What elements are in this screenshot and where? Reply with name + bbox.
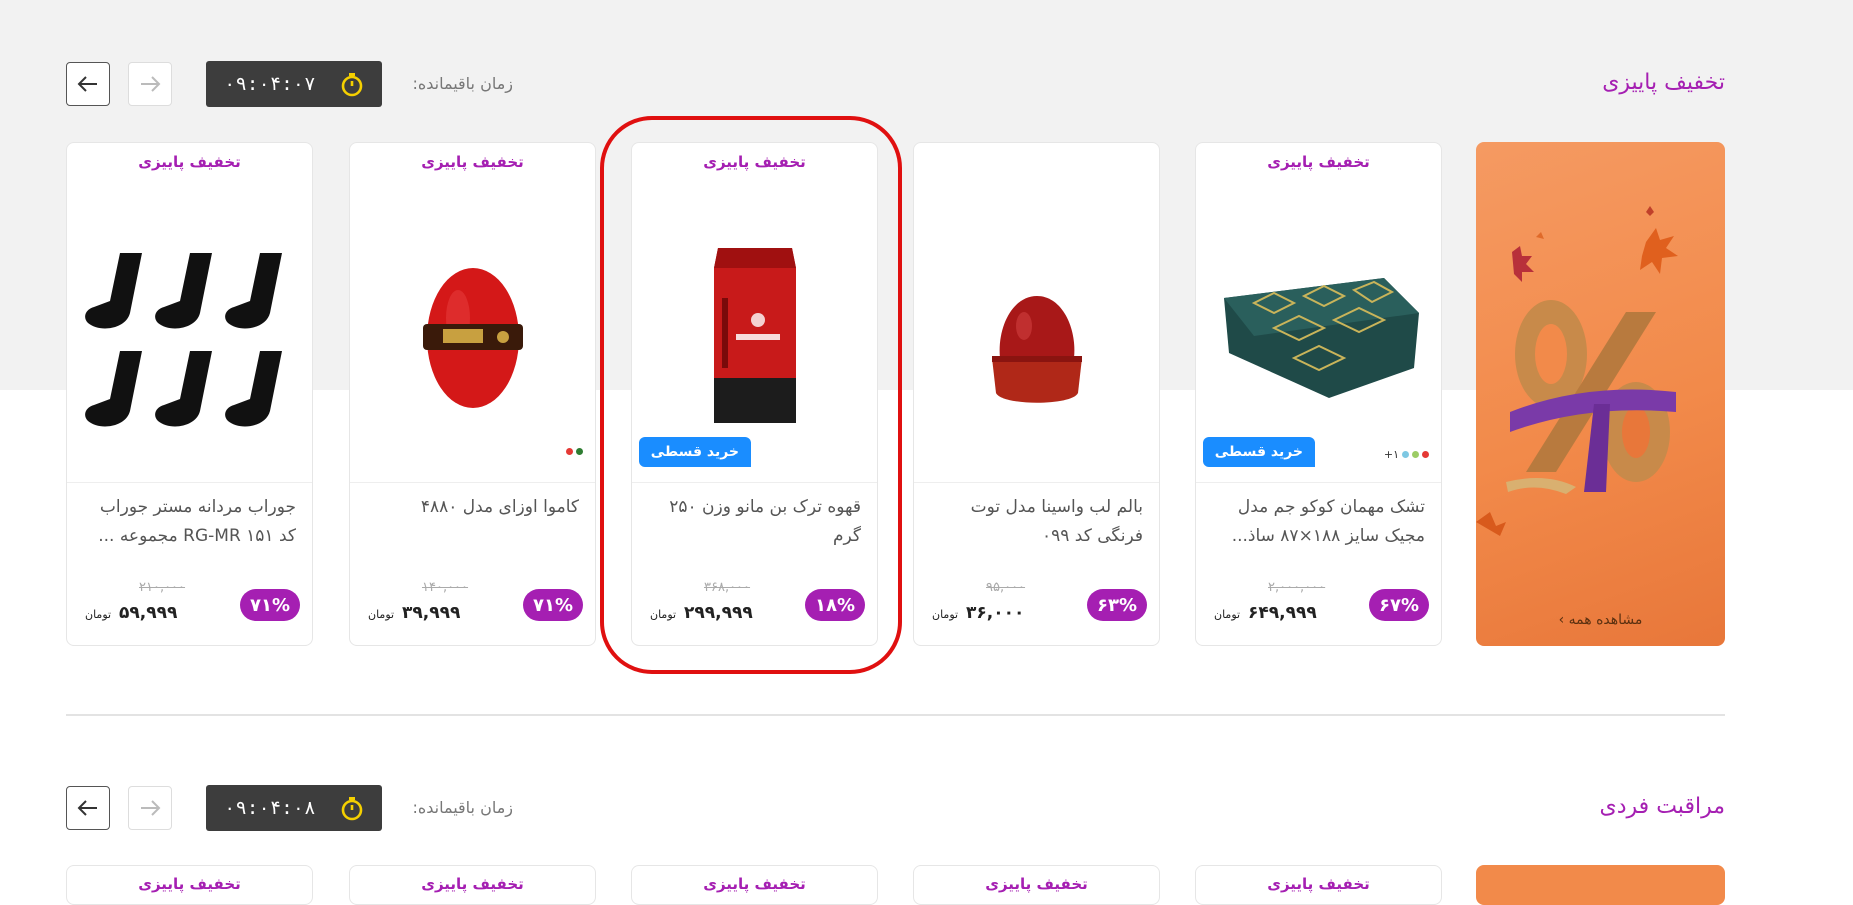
color-dot xyxy=(576,448,583,455)
product-name: جوراب مردانه مستر جوراب کد RG-MR ۱۵۱ مجم… xyxy=(98,497,296,546)
product-badge: تخفیف پاییزی xyxy=(138,153,241,171)
product-image xyxy=(924,233,1149,473)
yarn-ball-illustration xyxy=(422,268,523,408)
currency: تومان xyxy=(85,608,112,621)
product-card[interactable]: تخفیف پاییزی جوراب مردانه مستر جوراب کد … xyxy=(66,142,313,646)
divider xyxy=(67,482,312,483)
discount-badge: ۶۷% xyxy=(1369,589,1429,621)
stopwatch-icon xyxy=(338,794,366,822)
new-price: ۵۹,۹۹۹ تومان xyxy=(85,603,177,623)
promo-banner[interactable]: مشاهده همه › xyxy=(1476,142,1725,646)
see-all-link[interactable]: مشاهده همه › xyxy=(1476,612,1725,628)
arrow-right-icon xyxy=(141,76,161,92)
product-name: بالم لب واسینا مدل توت فرنگی کد ۰۹۹ xyxy=(970,497,1143,546)
mattress-illustration xyxy=(1223,278,1419,398)
divider xyxy=(914,482,1159,483)
product-badge: تخفیف پاییزی xyxy=(421,153,524,171)
arrow-right-icon xyxy=(141,800,161,816)
arrow-left-icon xyxy=(77,76,97,92)
product-name: تشک مهمان کوکو جم مدل مجیک سایز ۱۸۸×۸۷ س… xyxy=(1231,497,1425,546)
product-card[interactable]: تخفیف پاییزی xyxy=(1195,865,1442,905)
highlight-outline xyxy=(600,116,902,674)
product-image xyxy=(77,213,302,473)
product-card[interactable]: تخفیف پاییزی کاموا اوزای مدل ۴۸۸۰ ۱۴۰,۰۰… xyxy=(349,142,596,646)
discount-badge: ۷۱% xyxy=(240,589,300,621)
countdown-timer: ۰۹:۰۴:۰۸ xyxy=(206,785,382,831)
section-title: تخفیف پاییزی xyxy=(1602,70,1725,95)
new-price-value: ۳۶,۰۰۰ xyxy=(966,603,1025,623)
product-badge: تخفیف پاییزی xyxy=(1267,875,1370,893)
currency: تومان xyxy=(1214,608,1241,621)
new-price: ۳۶,۰۰۰ تومان xyxy=(932,603,1024,623)
countdown-timer: ۰۹:۰۴:۰۷ xyxy=(206,61,382,107)
section-separator xyxy=(66,714,1725,716)
new-price: ۶۴۹,۹۹۹ تومان xyxy=(1214,603,1317,623)
timer-label: زمان باقیمانده: xyxy=(412,74,513,93)
product-badge: تخفیف پاییزی xyxy=(1267,153,1370,171)
timer-value: ۰۹:۰۴:۰۷ xyxy=(224,73,316,95)
product-card[interactable]: تخفیف پاییزی xyxy=(66,865,313,905)
prev-arrow-button[interactable] xyxy=(66,786,110,830)
new-price: ۳۹,۹۹۹ تومان xyxy=(368,603,460,623)
next-arrow-button[interactable] xyxy=(128,786,172,830)
timer-value: ۰۹:۰۴:۰۸ xyxy=(224,797,316,819)
next-arrow-button[interactable] xyxy=(128,62,172,106)
installment-badge: خرید قسطی xyxy=(1202,437,1315,467)
product-badge: تخفیف پاییزی xyxy=(703,875,806,893)
color-dot xyxy=(1402,451,1409,458)
more-colors-count: +۱ xyxy=(1383,448,1399,461)
old-price: ۱۴۰,۰۰۰ xyxy=(422,580,469,595)
arrow-left-icon xyxy=(77,800,97,816)
socks-illustration xyxy=(84,253,282,427)
product-image xyxy=(360,213,585,463)
discount-badge: ۷۱% xyxy=(523,589,583,621)
divider xyxy=(350,482,595,483)
timer-label: زمان باقیمانده: xyxy=(412,798,513,817)
product-image xyxy=(1206,203,1431,463)
product-badge: تخفیف پاییزی xyxy=(421,875,524,893)
color-dot xyxy=(566,448,573,455)
new-price-value: ۳۹,۹۹۹ xyxy=(402,603,461,623)
product-card[interactable]: تخفیف پاییزی xyxy=(349,865,596,905)
lip-balm-illustration xyxy=(991,296,1082,403)
product-card[interactable]: بالم لب واسینا مدل توت فرنگی کد ۰۹۹ ۹۵,۰… xyxy=(913,142,1160,646)
product-card[interactable]: تخفیف پاییزی xyxy=(913,865,1160,905)
color-dot xyxy=(1422,451,1429,458)
section-title: مراقبت فردی xyxy=(1599,794,1725,819)
discount-badge: ۶۳% xyxy=(1087,589,1147,621)
prev-arrow-button[interactable] xyxy=(66,62,110,106)
old-price: ۹۵,۰۰۰ xyxy=(986,580,1026,595)
product-badge: تخفیف پاییزی xyxy=(985,875,1088,893)
product-card[interactable]: تخفیف پاییزی xyxy=(631,865,878,905)
new-price-value: ۶۴۹,۹۹۹ xyxy=(1248,603,1317,623)
promo-banner[interactable] xyxy=(1476,865,1725,905)
new-price-value: ۵۹,۹۹۹ xyxy=(119,603,178,623)
product-card[interactable]: تخفیف پاییزی خرید قسطی +۱ تشک مهمان کوکو… xyxy=(1195,142,1442,646)
color-options xyxy=(566,448,583,455)
product-badge: تخفیف پاییزی xyxy=(138,875,241,893)
stopwatch-icon xyxy=(338,70,366,98)
color-options: +۱ xyxy=(1384,448,1429,461)
currency: تومان xyxy=(368,608,395,621)
divider xyxy=(1196,482,1441,483)
currency: تومان xyxy=(932,608,959,621)
color-dot xyxy=(1412,451,1419,458)
autumn-percent-illustration xyxy=(1476,206,1678,536)
product-name: کاموا اوزای مدل ۴۸۸۰ xyxy=(420,497,579,517)
old-price: ۲۱۰,۰۰۰ xyxy=(139,580,186,595)
old-price: ۲,۰۰۰,۰۰۰ xyxy=(1268,580,1326,595)
